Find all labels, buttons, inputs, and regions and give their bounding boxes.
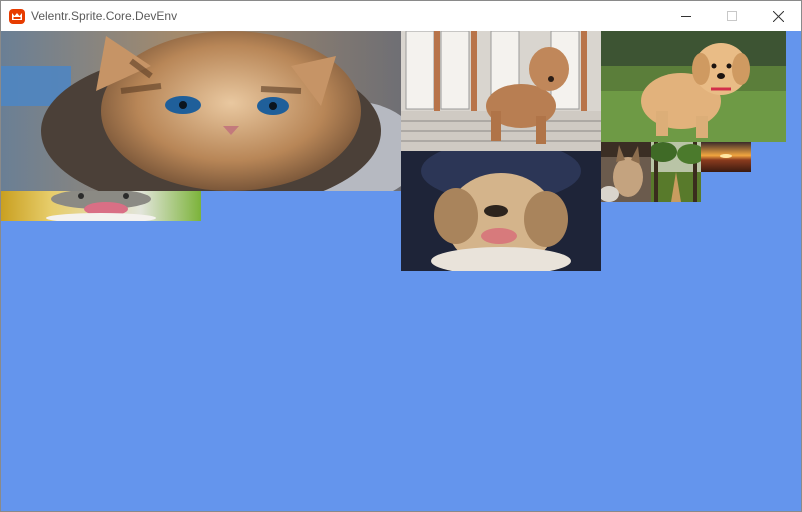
- window-title: Velentr.Sprite.Core.DevEnv: [31, 9, 178, 23]
- close-button[interactable]: [755, 1, 801, 31]
- sprite-puppy-portrait: [401, 151, 601, 271]
- minimize-icon: [681, 16, 691, 17]
- close-icon: [772, 10, 784, 22]
- sprite-cat-open-mouth: [1, 191, 201, 221]
- monogame-icon: [9, 9, 25, 24]
- sprite-golden-puppy-grass: [601, 31, 786, 142]
- maximize-button[interactable]: [709, 1, 755, 31]
- sprite-lynx-kitten: [601, 142, 651, 202]
- sprite-forest-path: [651, 142, 701, 202]
- game-canvas: [1, 31, 801, 511]
- minimize-button[interactable]: [663, 1, 709, 31]
- sprite-kitten-blue-eyes: [1, 31, 401, 191]
- app-window: Velentr.Sprite.Core.DevEnv: [0, 0, 802, 512]
- sprite-poodle-puppy-indoor: [401, 31, 601, 151]
- maximize-icon: [727, 11, 737, 21]
- sprite-sunset-field: [701, 142, 751, 172]
- title-bar[interactable]: Velentr.Sprite.Core.DevEnv: [1, 1, 801, 31]
